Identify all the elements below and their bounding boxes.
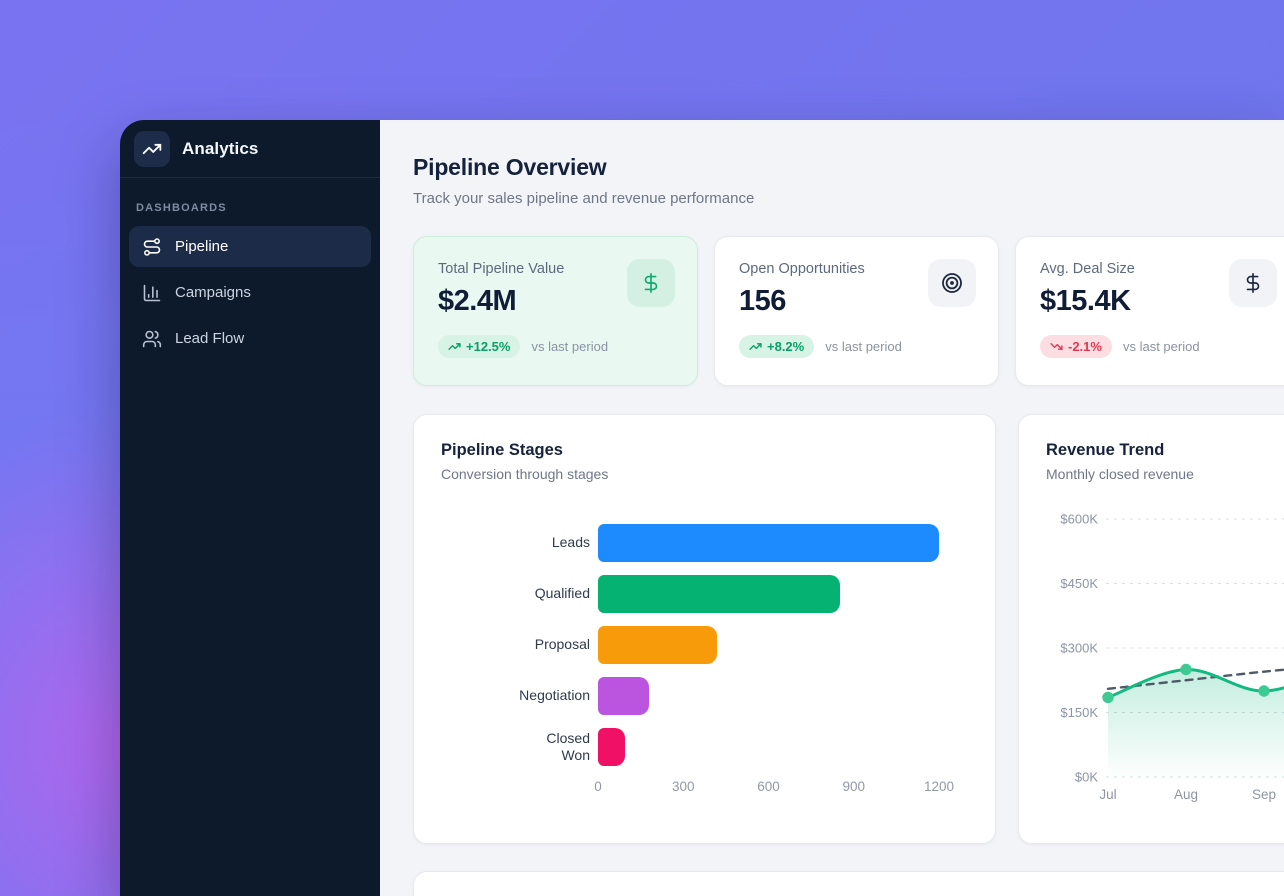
bar-category-label: Qualified: [510, 585, 590, 603]
charts-row: Pipeline Stages Conversion through stage…: [413, 414, 1284, 844]
route-icon: [142, 237, 162, 257]
bar-closed-won[interactable]: [598, 728, 625, 766]
delta-value: +8.2%: [767, 339, 804, 354]
bar-chart-icon: [142, 283, 162, 303]
page-subtitle: Track your sales pipeline and revenue pe…: [413, 190, 1284, 207]
delta-value: -2.1%: [1068, 339, 1102, 354]
sidebar-item-label: Campaigns: [175, 284, 251, 301]
delta-value: +12.5%: [466, 339, 510, 354]
x-tick-label: Aug: [1174, 787, 1198, 802]
data-point-dot[interactable]: [1102, 692, 1113, 703]
users-icon: [142, 329, 162, 349]
compare-text: vs last period: [1123, 339, 1200, 354]
bar-leads[interactable]: [598, 524, 939, 562]
y-tick-label: $450K: [1060, 576, 1098, 591]
bar-negotiation[interactable]: [598, 677, 649, 715]
dollar-icon: [1229, 259, 1277, 307]
bar-track: [598, 626, 939, 664]
kpi-card-open-opportunities: Open Opportunities 156 +8.2% vs last per…: [714, 236, 999, 386]
bar-category-label: Leads: [510, 534, 590, 552]
trending-up-icon: [448, 340, 461, 353]
delta-badge: +8.2%: [739, 335, 814, 358]
kpi-card-avg-deal-size: Avg. Deal Size $15.4K -2.1% vs last peri…: [1015, 236, 1284, 386]
compare-text: vs last period: [531, 339, 608, 354]
bar-row: Leads: [510, 524, 968, 562]
compare-text: vs last period: [825, 339, 902, 354]
sidebar-nav: Pipeline Campaigns Lead Flow: [120, 226, 380, 364]
bar-track: [598, 677, 939, 715]
target-icon: [928, 259, 976, 307]
chart-title: Pipeline Stages: [441, 441, 968, 460]
bar-row: Proposal: [510, 626, 968, 664]
app-window: Analytics DASHBOARDS Pipeline Campaigns: [120, 120, 1284, 896]
bar-category-label: Negotiation: [510, 687, 590, 705]
kpi-row: Total Pipeline Value $2.4M +12.5% vs las…: [413, 236, 1284, 386]
sidebar-item-label: Lead Flow: [175, 330, 244, 347]
sidebar-header: Analytics: [120, 120, 380, 178]
delta-badge: -2.1%: [1040, 335, 1112, 358]
line-chart: $600K $450K $300K $150K $0KJul Aug Sep: [1046, 488, 1284, 810]
chart-subtitle: Conversion through stages: [441, 466, 968, 482]
bar-row: Qualified: [510, 575, 968, 613]
app-title: Analytics: [182, 139, 259, 159]
sidebar-item-pipeline[interactable]: Pipeline: [129, 226, 371, 267]
x-tick-label: 300: [672, 779, 695, 794]
sidebar: Analytics DASHBOARDS Pipeline Campaigns: [120, 120, 380, 896]
sidebar-item-lead-flow[interactable]: Lead Flow: [129, 318, 371, 359]
bar-row: Negotiation: [510, 677, 968, 715]
sidebar-item-campaigns[interactable]: Campaigns: [129, 272, 371, 313]
x-tick-label: 600: [757, 779, 780, 794]
x-tick-label: Sep: [1252, 787, 1276, 802]
bottom-card-partial: [413, 871, 1284, 896]
bar-track: [598, 575, 939, 613]
revenue-trend-card: Revenue Trend Monthly closed revenue $60…: [1018, 414, 1284, 844]
sidebar-item-label: Pipeline: [175, 238, 228, 255]
bar-track: [598, 728, 939, 766]
pipeline-stages-card: Pipeline Stages Conversion through stage…: [413, 414, 996, 844]
dollar-icon: [627, 259, 675, 307]
bar-row: Closed Won: [510, 728, 968, 766]
y-tick-label: $600K: [1060, 512, 1098, 527]
trending-down-icon: [1050, 340, 1063, 353]
bar-track: [598, 524, 939, 562]
bar-proposal[interactable]: [598, 626, 717, 664]
y-tick-label: $0K: [1075, 770, 1098, 785]
bar-category-label: Proposal: [510, 636, 590, 654]
bar-category-label: Closed Won: [510, 730, 590, 765]
trending-up-icon: [749, 340, 762, 353]
chart-subtitle: Monthly closed revenue: [1046, 466, 1284, 482]
kpi-card-total-pipeline-value: Total Pipeline Value $2.4M +12.5% vs las…: [413, 236, 698, 386]
chart-title: Revenue Trend: [1046, 441, 1284, 460]
delta-badge: +12.5%: [438, 335, 520, 358]
revenue-area-fill: [1108, 666, 1284, 777]
y-tick-label: $300K: [1060, 641, 1098, 656]
x-tick-label: Jul: [1099, 787, 1116, 802]
data-point-dot[interactable]: [1258, 685, 1269, 696]
y-tick-label: $150K: [1060, 705, 1098, 720]
x-tick-label: 1200: [924, 779, 954, 794]
page-title: Pipeline Overview: [413, 154, 1284, 181]
x-tick-label: 0: [594, 779, 602, 794]
bar-chart: Leads Qualified Proposal Negotiation Closed …: [510, 524, 968, 766]
bar-chart-x-axis: 03006009001200: [598, 779, 939, 797]
bar-qualified[interactable]: [598, 575, 840, 613]
trending-up-logo-icon: [134, 131, 170, 167]
data-point-dot[interactable]: [1180, 664, 1191, 675]
main-content-scroll-area[interactable]: Pipeline Overview Track your sales pipel…: [380, 120, 1284, 896]
x-tick-label: 900: [842, 779, 865, 794]
sidebar-section-label: DASHBOARDS: [136, 202, 364, 214]
